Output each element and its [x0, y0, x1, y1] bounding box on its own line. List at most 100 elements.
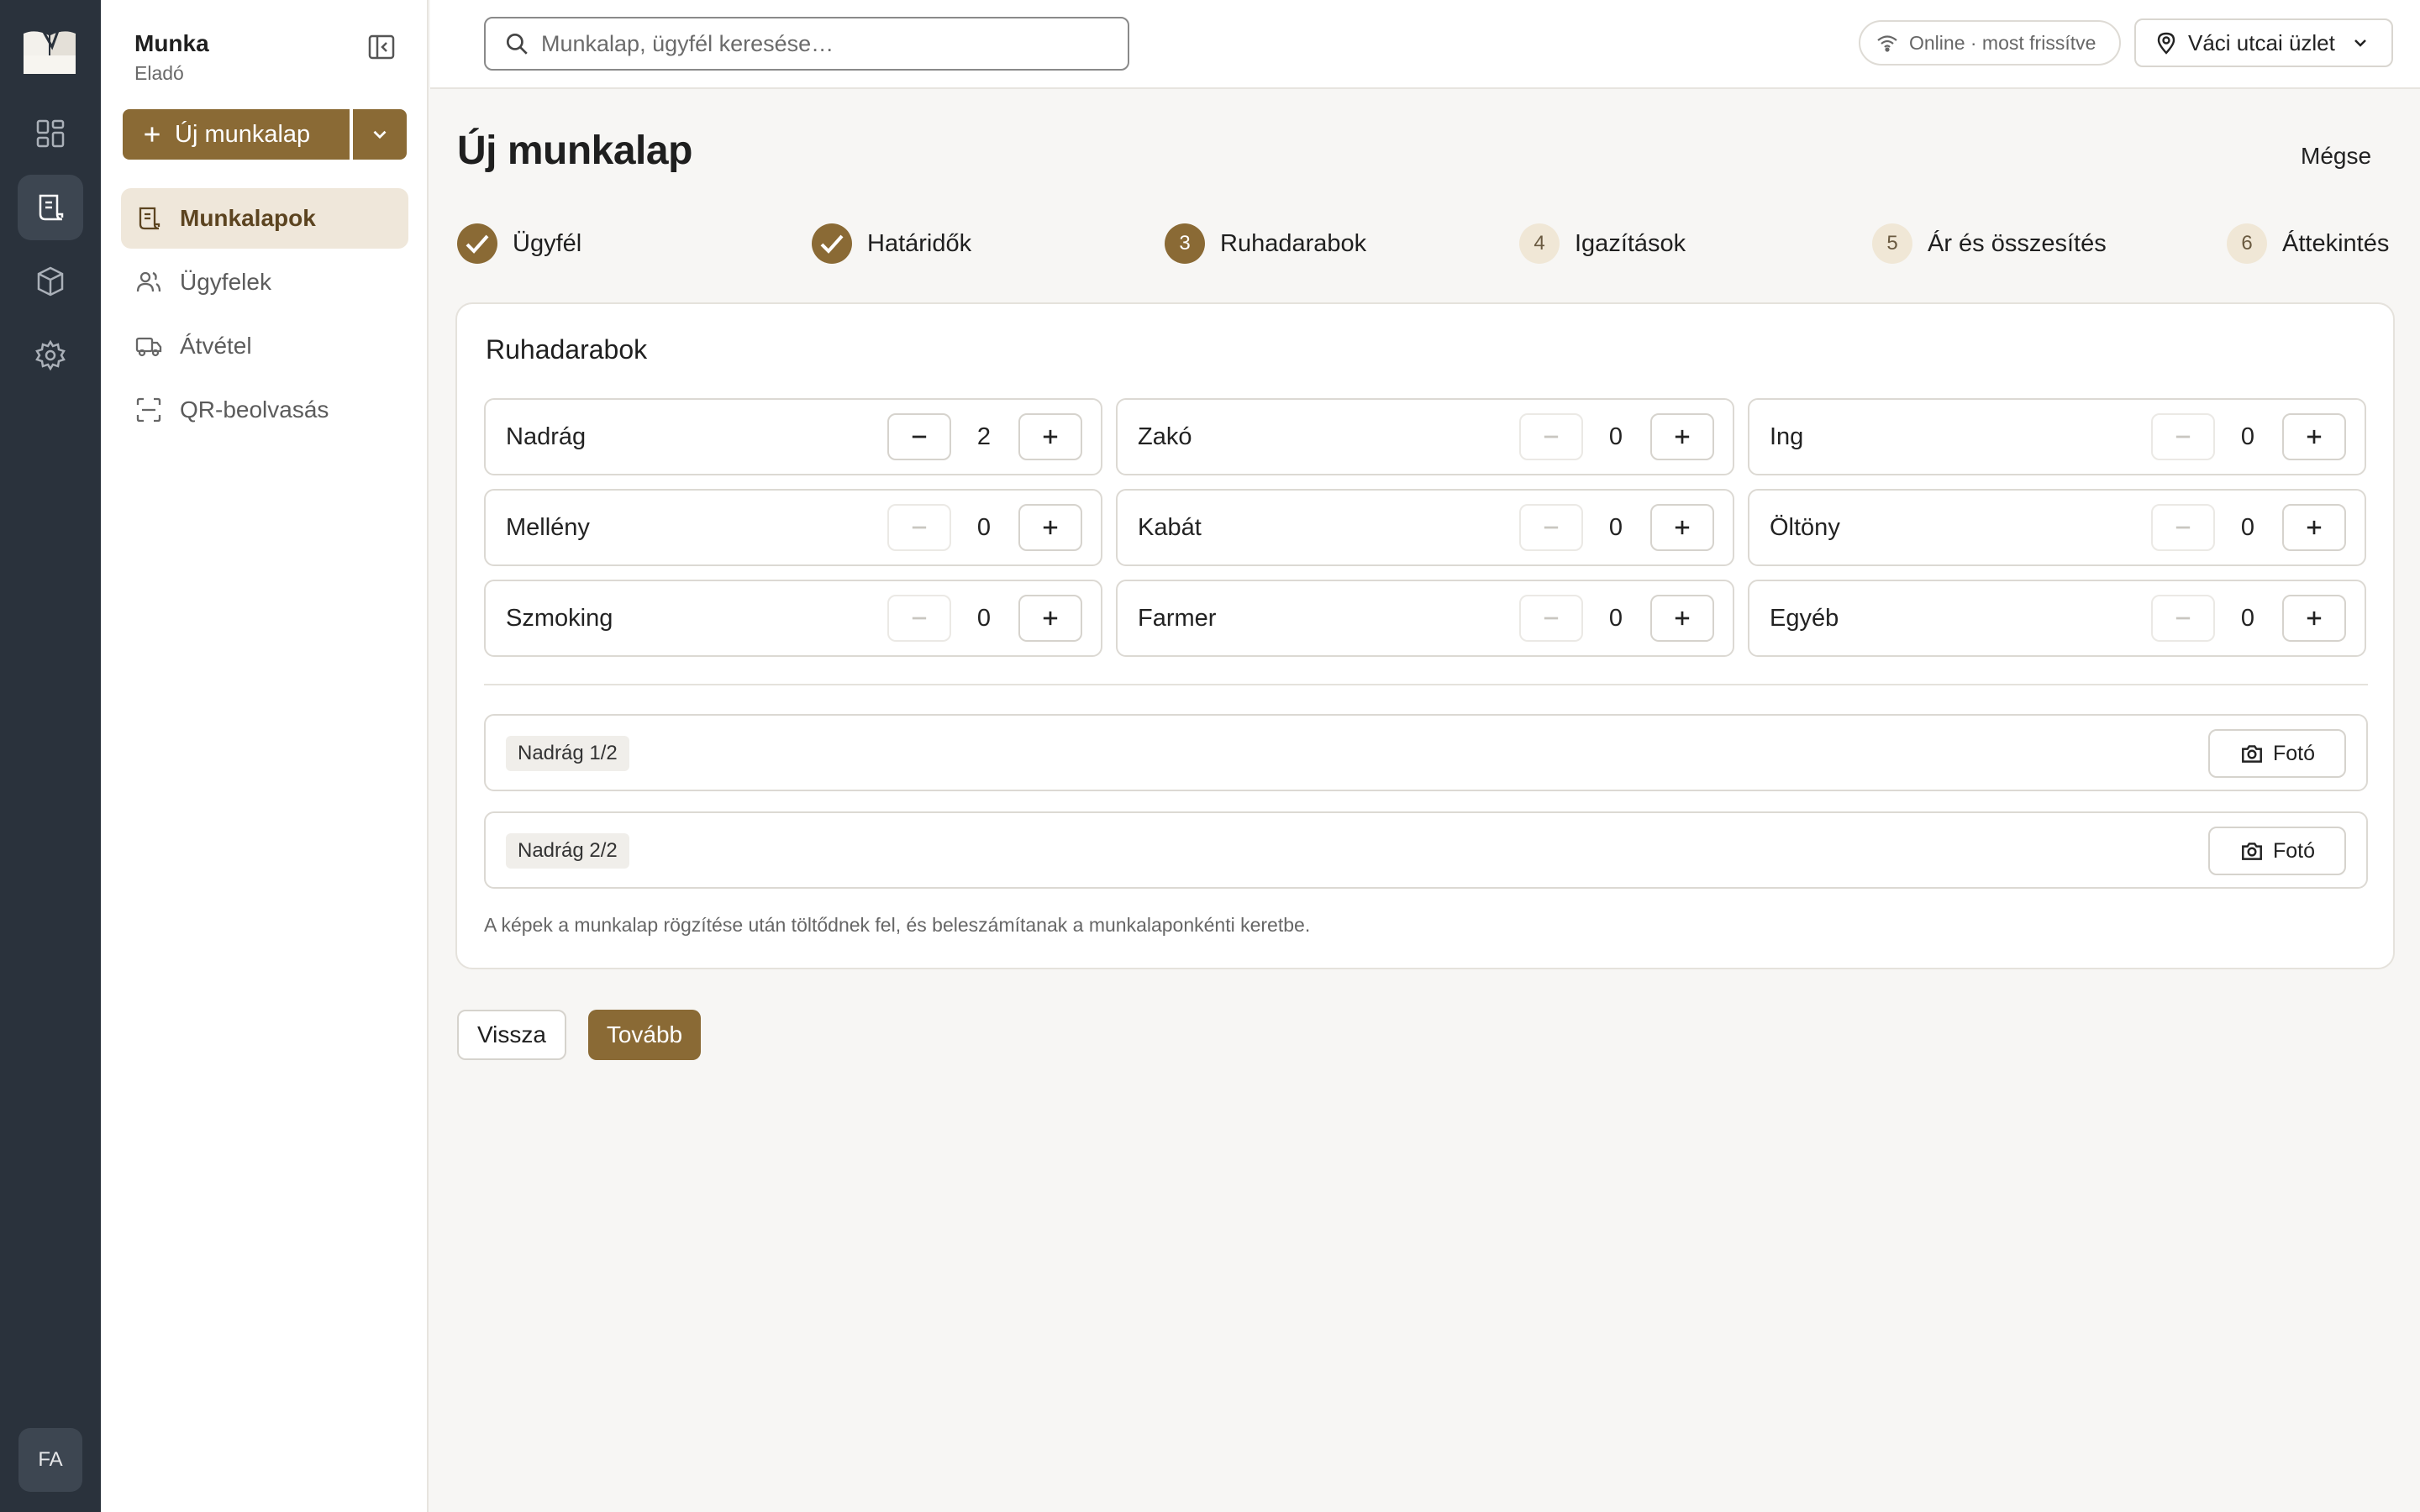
connection-status: Online · most frissítve: [1859, 20, 2121, 66]
plus-icon: [1675, 611, 1690, 626]
increment-button[interactable]: [2282, 595, 2346, 642]
minus-icon: [912, 617, 927, 620]
garment-tag: Nadrág 2/2: [506, 833, 629, 869]
garment-photo-row: Nadrág 1/2 Fotó: [484, 714, 2368, 791]
plus-icon: [1675, 429, 1690, 444]
new-worksheet-button[interactable]: Új munkalap: [123, 109, 350, 160]
garments-card: Ruhadarabok Nadrág 2 Zakó 0 Ing 0 Mellény 0 Kabá…: [455, 302, 2395, 969]
plus-icon: [1043, 520, 1058, 535]
minus-icon: [2175, 526, 2191, 529]
plus-icon: [2307, 520, 2322, 535]
plus-icon: [1043, 611, 1058, 626]
add-photo-button[interactable]: Fotó: [2208, 729, 2346, 778]
step-number: 6: [2227, 223, 2267, 264]
worksheet-icon: [39, 194, 64, 221]
camera-icon: [2242, 843, 2262, 860]
garment-count: 0: [1608, 513, 1623, 541]
garment-photo-row: Nadrág 2/2 Fotó: [484, 811, 2368, 889]
camera-icon: [2242, 745, 2262, 763]
photo-upload-note: A képek a munkalap rögzítése után töltőd…: [484, 914, 1311, 936]
increment-button[interactable]: [1650, 595, 1714, 642]
decrement-button[interactable]: [887, 595, 951, 642]
increment-button[interactable]: [1650, 413, 1714, 460]
plus-icon: [2307, 429, 2322, 444]
step-number: 3: [1165, 223, 1205, 264]
add-photo-button[interactable]: Fotó: [2208, 827, 2346, 875]
rail-worksheets-button[interactable]: [18, 175, 83, 240]
rail-dashboard-button[interactable]: [18, 101, 83, 166]
step-review[interactable]: 6 Áttekintés: [2227, 222, 2389, 265]
cancel-button[interactable]: Mégse: [2301, 143, 2371, 170]
step-customer[interactable]: Ügyfél: [457, 222, 581, 265]
garment-counter: Mellény 0: [484, 489, 1102, 566]
checkmark-icon: [466, 234, 489, 254]
decrement-button[interactable]: [2151, 595, 2215, 642]
user-avatar[interactable]: FA: [18, 1428, 82, 1492]
next-button[interactable]: Tovább: [588, 1010, 701, 1060]
increment-button[interactable]: [1018, 413, 1082, 460]
back-button[interactable]: Vissza: [457, 1010, 566, 1060]
step-alterations[interactable]: 4 Igazítások: [1519, 222, 1686, 265]
sidebar-item-worksheets[interactable]: Munkalapok: [121, 188, 408, 249]
minus-icon: [2175, 617, 2191, 620]
location-pin-icon: [2157, 32, 2175, 55]
increment-button[interactable]: [1018, 504, 1082, 551]
search-icon: [506, 33, 528, 55]
sidebar-item-label: Ügyfelek: [180, 269, 271, 295]
step-label: Ár és összesítés: [1928, 229, 2107, 257]
search-box[interactable]: [484, 17, 1129, 71]
increment-button[interactable]: [2282, 504, 2346, 551]
increment-button[interactable]: [1018, 595, 1082, 642]
step-deadlines[interactable]: Határidők: [812, 222, 971, 265]
garment-counter: Nadrág 2: [484, 398, 1102, 475]
step-garments[interactable]: 3 Ruhadarabok: [1165, 222, 1366, 265]
garment-count: 0: [2240, 604, 2255, 632]
step-label: Áttekintés: [2282, 229, 2390, 257]
decrement-button[interactable]: [2151, 413, 2215, 460]
garment-counter: Egyéb 0: [1748, 580, 2366, 657]
decrement-button[interactable]: [1519, 504, 1583, 551]
minus-icon: [2175, 435, 2191, 438]
decrement-button[interactable]: [887, 504, 951, 551]
plus-icon: [2307, 611, 2322, 626]
plus-icon: [145, 127, 160, 142]
search-input[interactable]: [541, 30, 1087, 57]
store-selector[interactable]: Váci utcai üzlet: [2134, 18, 2393, 67]
dashboard-grid-icon: [36, 119, 65, 148]
garment-count: 0: [1608, 604, 1623, 632]
sidebar-role: Eladó: [134, 62, 184, 84]
chevron-down-icon: [2354, 39, 2366, 47]
step-done-indicator: [457, 223, 497, 264]
decrement-button[interactable]: [1519, 595, 1583, 642]
box-icon: [37, 266, 64, 297]
decrement-button[interactable]: [887, 413, 951, 460]
increment-button[interactable]: [2282, 413, 2346, 460]
rail-inventory-button[interactable]: [18, 249, 83, 314]
step-label: Határidők: [867, 229, 972, 257]
collapse-panel-icon: [368, 34, 395, 60]
garment-name: Ing: [1770, 423, 1804, 450]
sidebar-item-customers[interactable]: Ügyfelek: [121, 252, 408, 312]
increment-button[interactable]: [1650, 504, 1714, 551]
sidebar-item-label: QR-beolvasás: [180, 396, 329, 423]
checkmark-icon: [820, 234, 844, 254]
minus-icon: [1544, 617, 1559, 620]
rail-settings-button[interactable]: [18, 323, 83, 388]
truck-icon: [135, 337, 162, 357]
gear-icon: [35, 339, 66, 371]
decrement-button[interactable]: [2151, 504, 2215, 551]
garment-count: 0: [2240, 513, 2255, 541]
minus-icon: [912, 435, 927, 438]
step-price-summary[interactable]: 5 Ár és összesítés: [1872, 222, 2107, 265]
sidebar-item-pickup[interactable]: Átvétel: [121, 316, 408, 376]
step-label: Ügyfél: [513, 229, 582, 257]
step-number: 5: [1872, 223, 1912, 264]
decrement-button[interactable]: [1519, 413, 1583, 460]
page-title: Új munkalap: [457, 129, 692, 173]
sidebar-collapse-button[interactable]: [366, 32, 397, 62]
garment-count: 0: [2240, 423, 2255, 450]
new-worksheet-dropdown-button[interactable]: [353, 109, 407, 160]
step-number: 4: [1519, 223, 1560, 264]
sidebar-title: Munka: [134, 30, 209, 56]
sidebar-item-qr-scan[interactable]: QR-beolvasás: [121, 380, 408, 440]
